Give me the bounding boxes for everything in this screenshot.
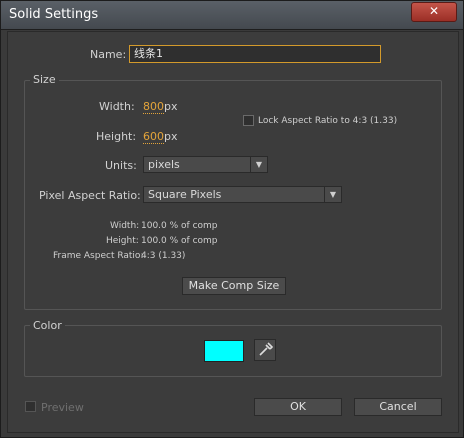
chevron-down-icon: ▼ xyxy=(250,157,267,172)
ok-button[interactable]: OK xyxy=(254,398,342,416)
height-value[interactable]: 600 xyxy=(143,130,164,144)
color-swatch[interactable] xyxy=(204,340,244,362)
info-width-label: Width: xyxy=(110,221,140,231)
lock-aspect-label: Lock Aspect Ratio to 4:3 (1.33) xyxy=(258,116,398,126)
solid-settings-dialog: Solid Settings ✕ Name: 线条1 Size Width: 8… xyxy=(0,0,464,438)
height-label: Height: xyxy=(96,130,137,143)
units-value: pixels xyxy=(148,158,180,171)
close-button[interactable]: ✕ xyxy=(411,2,457,22)
color-group-title: Color xyxy=(30,319,65,332)
window-title: Solid Settings xyxy=(9,7,99,22)
make-comp-size-button[interactable]: Make Comp Size xyxy=(182,277,286,295)
info-frame-aspect-label: Frame Aspect Ratio: xyxy=(53,251,144,261)
width-unit: px xyxy=(164,100,178,113)
eyedropper-icon xyxy=(259,342,274,356)
width-label: Width: xyxy=(99,100,135,113)
info-width-value: 100.0 % of comp xyxy=(141,221,218,231)
chevron-down-icon: ▼ xyxy=(324,187,341,202)
pixel-aspect-ratio-label: Pixel Aspect Ratio: xyxy=(39,189,141,202)
width-value[interactable]: 800 xyxy=(143,100,164,114)
pixel-aspect-ratio-value: Square Pixels xyxy=(148,188,222,201)
units-label: Units: xyxy=(105,159,137,172)
info-height-value: 100.0 % of comp xyxy=(141,236,218,246)
cancel-button[interactable]: Cancel xyxy=(354,398,442,416)
name-input[interactable]: 线条1 xyxy=(129,45,381,63)
pixel-aspect-ratio-dropdown[interactable]: Square Pixels ▼ xyxy=(143,186,342,203)
name-label: Name: xyxy=(90,48,127,61)
dialog-body: Name: 线条1 Size Width: 800 px Height: 600… xyxy=(7,31,459,433)
height-unit: px xyxy=(164,130,178,143)
units-dropdown[interactable]: pixels ▼ xyxy=(143,156,268,173)
eyedropper-button[interactable] xyxy=(254,339,276,361)
size-group-title: Size xyxy=(30,73,59,86)
preview-checkbox[interactable] xyxy=(25,401,36,412)
lock-aspect-checkbox[interactable] xyxy=(243,115,254,126)
preview-label: Preview xyxy=(41,401,84,414)
title-bar: Solid Settings ✕ xyxy=(1,1,463,30)
info-height-label: Height: xyxy=(106,236,139,246)
info-frame-aspect-value: 4:3 (1.33) xyxy=(141,251,186,261)
